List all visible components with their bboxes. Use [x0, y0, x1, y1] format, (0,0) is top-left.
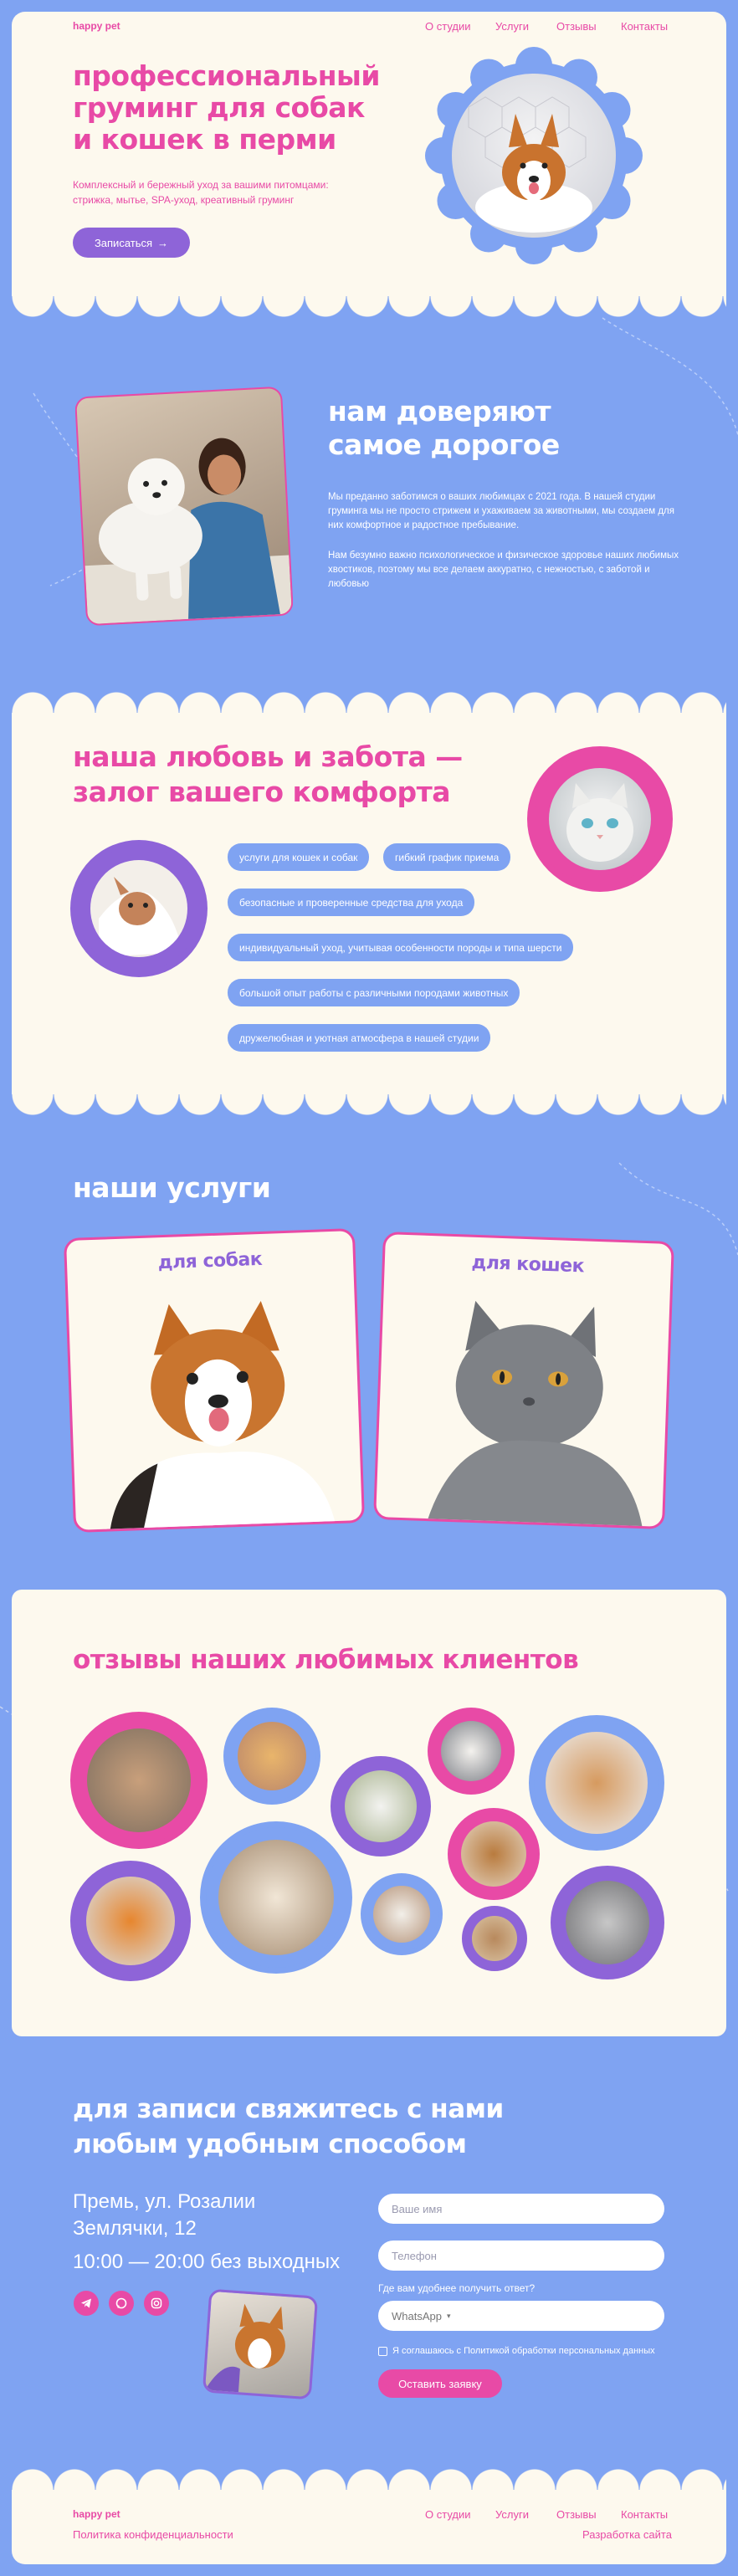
hero-subtitle: Комплексный и бережный уход за вашими пи…	[73, 177, 407, 207]
consent-row: Я соглашаюсь с Политикой обработки персо…	[378, 2346, 655, 2356]
hero-title-line: и кошек в перми	[73, 123, 336, 156]
contact-title-line: любым удобным способом	[73, 2129, 467, 2159]
phone-field[interactable]: Телефон	[378, 2241, 664, 2271]
contact-address: Премь, ул. Розалии Землячки, 12	[73, 2189, 255, 2242]
review-photo-cat-tabby[interactable]	[87, 1728, 191, 1832]
contact-title: для записи свяжитесь с нами любым удобны…	[73, 2092, 504, 2162]
review-photo-husky[interactable]	[441, 1721, 501, 1781]
review-photo-pomeranian[interactable]	[86, 1877, 175, 1965]
footer-nav-services[interactable]: Услуги	[495, 2508, 529, 2521]
care-title-line: наша любовь и забота —	[73, 740, 463, 773]
trust-title: нам доверяют самое дорогое	[328, 395, 560, 462]
hero-subtitle-line: стрижка, мытье, SPA-уход, креативный гру…	[73, 194, 295, 206]
care-title: наша любовь и забота — залог вашего комф…	[73, 740, 463, 810]
contact-hours: 10:00 — 20:00 без выходных	[73, 2251, 341, 2273]
consent-label: Я соглашаюсь с Политикой обработки персо…	[392, 2346, 655, 2356]
feature-chip: большой опыт работы с различными породам…	[228, 979, 520, 1006]
feature-chip: дружелюбная и уютная атмосфера в нашей с…	[228, 1024, 491, 1052]
nav-reviews[interactable]: Отзывы	[556, 20, 597, 33]
contact-corgi-photo	[202, 2288, 319, 2400]
telegram-icon[interactable]	[74, 2291, 99, 2316]
services-title: наши услуги	[73, 1171, 271, 1204]
method-label: Где вам удобнее получить ответ?	[378, 2282, 536, 2294]
trust-title-line: самое дорогое	[328, 428, 560, 461]
review-photo-pets[interactable]	[238, 1722, 306, 1790]
trust-paragraph-2: Нам безумно важно психологическое и физи…	[328, 551, 679, 589]
instagram-icon[interactable]	[144, 2291, 169, 2316]
review-photo-spitz-pair[interactable]	[218, 1840, 334, 1955]
footer-nav-reviews[interactable]: Отзывы	[556, 2508, 597, 2521]
hero-scallop	[12, 296, 726, 330]
service-card-cats-label: для кошек	[471, 1252, 585, 1278]
name-field[interactable]: Ваше имя	[378, 2194, 664, 2224]
hero-dog-photo	[452, 74, 616, 238]
care-scallop-bottom	[12, 1094, 726, 1128]
trust-groomer-photo	[76, 387, 292, 625]
review-photo-yorkie[interactable]	[461, 1821, 526, 1887]
feature-chip: услуги для кошек и собак	[228, 843, 370, 871]
hero-title-line: груминг для собак	[73, 91, 365, 124]
feature-chip: индивидуальный уход, учитывая особенност…	[228, 934, 574, 961]
chevron-down-icon: ▾	[446, 2311, 451, 2320]
contact-title-line: для записи свяжитесь с нами	[73, 2094, 504, 2124]
chihuahua-photo	[90, 860, 187, 957]
service-card-dogs-label: для собак	[157, 1248, 263, 1274]
contact-address-line: Премь, ул. Розалии	[73, 2190, 256, 2213]
care-title-line: залог вашего комфорта	[73, 776, 450, 808]
privacy-policy-link[interactable]: Политика конфиденциальности	[73, 2528, 233, 2541]
review-photo-white-cat[interactable]	[345, 1770, 417, 1842]
corgi-photo	[110, 1300, 336, 1533]
footer-nav-about[interactable]: О студии	[425, 2508, 471, 2521]
trust-title-line: нам доверяют	[328, 395, 551, 428]
review-photo-kitten[interactable]	[472, 1916, 517, 1961]
hero-cta-button[interactable]: Записаться →	[73, 228, 190, 258]
cat-photo	[549, 768, 651, 870]
footer-nav-contacts[interactable]: Контакты	[621, 2508, 668, 2521]
nav-contacts[interactable]: Контакты	[621, 20, 668, 33]
whatsapp-icon[interactable]	[109, 2291, 134, 2316]
method-select-value: WhatsApp	[392, 2309, 442, 2322]
trust-paragraph-1: Мы преданно заботимся о ваших любимцах с…	[328, 492, 674, 530]
footer-scallop	[12, 2456, 726, 2490]
review-photo-grey-cat[interactable]	[566, 1881, 649, 1964]
british-cat-photo	[425, 1300, 643, 1529]
review-photo-ginger-cat[interactable]	[546, 1732, 648, 1834]
service-card-cats[interactable]: для кошек	[373, 1232, 674, 1529]
feature-chip: гибкий график приема	[383, 843, 511, 871]
developer-link[interactable]: Разработка сайта	[582, 2528, 672, 2541]
hero-title-line: профессиональный	[73, 59, 381, 92]
submit-button[interactable]: Оставить заявку	[378, 2369, 502, 2398]
method-select[interactable]: WhatsApp ▾	[378, 2301, 664, 2331]
footer-logo[interactable]: happy pet	[73, 2508, 120, 2520]
consent-checkbox[interactable]	[378, 2346, 387, 2356]
footer	[12, 2490, 726, 2564]
care-scallop-top	[12, 679, 726, 713]
nav-about[interactable]: О студии	[425, 20, 471, 33]
reviews-title: отзывы наших любимых клиентов	[73, 1645, 579, 1675]
service-card-dogs[interactable]: для собак	[63, 1228, 366, 1533]
hero-cta-label: Записаться	[94, 236, 153, 249]
review-photo-small-dog[interactable]	[373, 1886, 430, 1943]
contact-address-line: Землячки, 12	[73, 2217, 197, 2240]
nav-services[interactable]: Услуги	[495, 20, 529, 33]
logo[interactable]: happy pet	[73, 20, 120, 32]
hero-subtitle-line: Комплексный и бережный уход за вашими пи…	[73, 179, 329, 191]
hero-title: профессиональный груминг для собак и кош…	[73, 60, 424, 156]
feature-chip: безопасные и проверенные средства для ух…	[228, 889, 475, 916]
arrow-right-icon: →	[157, 236, 169, 249]
